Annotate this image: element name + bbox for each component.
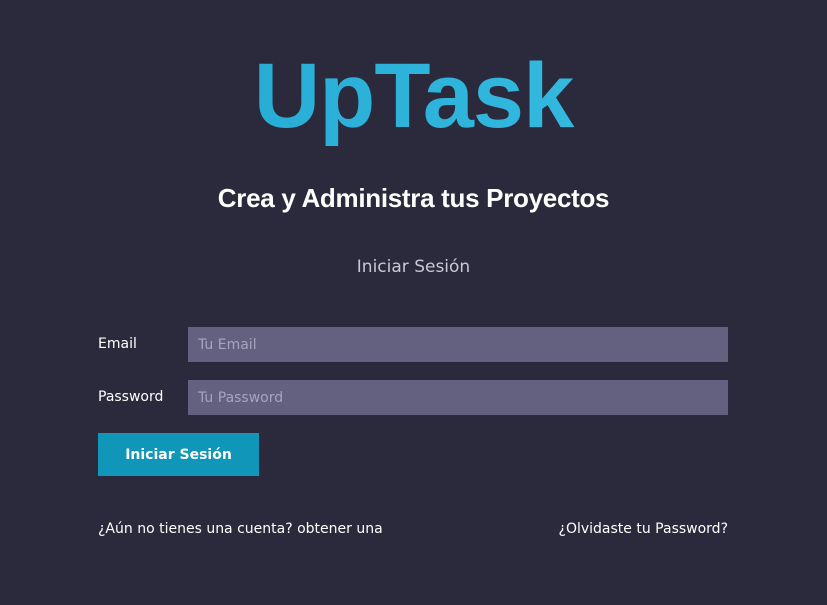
login-submit-button[interactable]: Iniciar Sesión (98, 433, 259, 476)
password-label: Password (98, 389, 164, 405)
app-tagline: Crea y Administra tus Proyectos (217, 183, 610, 213)
forgot-password-link[interactable]: ¿Olvidaste tu Password? (559, 519, 728, 539)
email-field-group: Email (98, 327, 728, 362)
email-label: Email (98, 336, 137, 352)
register-link[interactable]: ¿Aún no tienes una cuenta? obtener una (98, 519, 383, 539)
email-input[interactable] (188, 327, 728, 362)
password-input[interactable] (188, 380, 728, 415)
form-title: Iniciar Sesión (356, 257, 471, 277)
password-field-group: Password (98, 380, 728, 415)
app-logo: UpTask (0, 46, 827, 146)
